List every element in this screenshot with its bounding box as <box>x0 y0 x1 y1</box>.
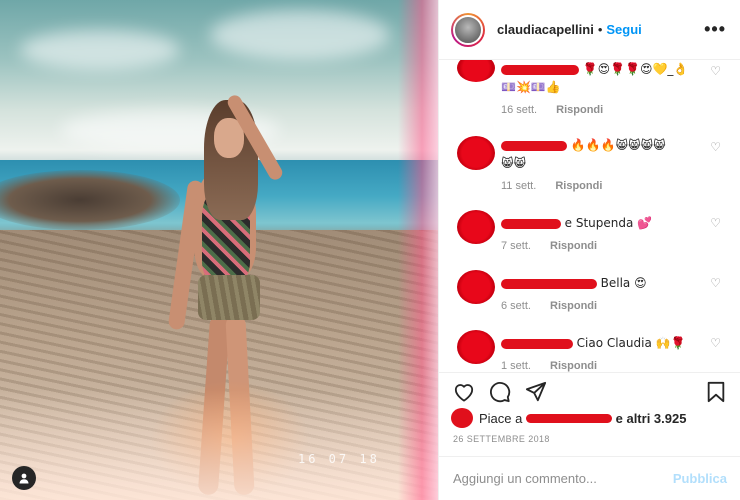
comment-like-heart-icon[interactable]: ♡ <box>710 216 721 230</box>
commenter-avatar[interactable] <box>457 136 495 170</box>
redacted-username[interactable] <box>501 140 567 151</box>
user-tag-icon[interactable] <box>12 466 36 490</box>
post-header: claudiacapellini • Segui ••• <box>439 0 740 60</box>
comment-bubble-icon[interactable] <box>487 379 513 405</box>
comment-input[interactable] <box>453 471 673 486</box>
action-bar <box>439 372 740 410</box>
comment-time[interactable]: 6 sett. <box>501 300 531 312</box>
comment-item: Ciao Claudia 🙌🌹 1 sett. Rispondi ♡ <box>449 330 740 372</box>
reply-button[interactable]: Rispondi <box>550 240 597 252</box>
comment-meta: 7 sett. Rispondi <box>501 240 705 252</box>
comment-like-heart-icon[interactable]: ♡ <box>710 140 721 154</box>
comment-time[interactable]: 11 sett. <box>501 180 536 192</box>
comment-item: e Stupenda 💕 7 sett. Rispondi ♡ <box>449 210 740 252</box>
comment-body: e Stupenda 💕 <box>564 216 653 230</box>
bookmark-icon[interactable] <box>703 379 729 405</box>
likes-count-link[interactable]: e altri 3.925 <box>616 411 687 426</box>
redacted-username[interactable] <box>501 278 597 289</box>
paper-plane-icon[interactable] <box>523 379 549 405</box>
post-date[interactable]: 26 SETTEMBRE 2018 <box>453 434 550 444</box>
publish-button[interactable]: Pubblica <box>673 471 727 486</box>
comment-body: Ciao Claudia 🙌🌹 <box>576 336 686 350</box>
light-leak <box>0 390 438 500</box>
comment-body-line2: 💷💥💷👍 <box>501 80 561 94</box>
comments-list[interactable]: 🌹😍🌹🌹😍💛_👌 💷💥💷👍 16 sett. Rispondi ♡ 🔥🔥🔥😸😸😸… <box>439 60 740 372</box>
comment-time[interactable]: 1 sett. <box>501 360 531 372</box>
add-comment-bar: Pubblica <box>439 456 740 500</box>
liker-avatar[interactable] <box>451 408 473 428</box>
more-options-icon[interactable]: ••• <box>704 19 726 40</box>
comment-item: Bella 😍 6 sett. Rispondi ♡ <box>449 270 740 312</box>
reply-button[interactable]: Rispondi <box>550 300 597 312</box>
comment-item: 🌹😍🌹🌹😍💛_👌 💷💥💷👍 16 sett. Rispondi ♡ <box>449 60 740 116</box>
shorts <box>198 275 260 320</box>
avatar[interactable] <box>451 12 485 47</box>
redacted-username[interactable] <box>501 218 561 229</box>
redacted-username[interactable] <box>501 338 573 349</box>
comment-time[interactable]: 16 sett. <box>501 104 537 116</box>
comment-body: Bella 😍 <box>600 276 647 290</box>
light-leak <box>398 0 438 500</box>
post-photo[interactable]: 16 07 18 <box>0 0 438 500</box>
reply-button[interactable]: Rispondi <box>556 104 603 116</box>
comment-body: 🌹😍🌹🌹😍💛_👌 <box>582 62 689 76</box>
comment-time[interactable]: 7 sett. <box>501 240 531 252</box>
comment-text: 🌹😍🌹🌹😍💛_👌 💷💥💷👍 <box>501 60 705 96</box>
reply-button[interactable]: Rispondi <box>555 180 602 192</box>
comment-text: e Stupenda 💕 <box>501 214 705 232</box>
comment-like-heart-icon[interactable]: ♡ <box>710 336 721 350</box>
likes-prefix: Piace a <box>479 410 523 426</box>
cloud <box>210 10 390 60</box>
redacted-liker[interactable] <box>526 413 612 423</box>
photo-date-stamp: 16 07 18 <box>298 452 380 466</box>
redacted-username[interactable] <box>501 64 579 75</box>
comment-body-line2: 😸😸 <box>501 156 527 170</box>
commenter-avatar[interactable] <box>457 60 495 82</box>
comment-text: Ciao Claudia 🙌🌹 <box>501 334 705 352</box>
comment-text: Bella 😍 <box>501 274 705 292</box>
comment-meta: 11 sett. Rispondi <box>501 180 705 192</box>
separator-dot: • <box>597 22 603 37</box>
comment-text: 🔥🔥🔥😸😸😸😸 😸😸 <box>501 136 705 172</box>
commenter-avatar[interactable] <box>457 330 495 364</box>
post-side-panel: claudiacapellini • Segui ••• 🌹😍🌹🌹😍💛_👌 💷💥… <box>438 0 740 500</box>
follow-button[interactable]: Segui <box>606 22 641 37</box>
commenter-avatar[interactable] <box>457 270 495 304</box>
comment-meta: 6 sett. Rispondi <box>501 300 705 312</box>
comment-item: 🔥🔥🔥😸😸😸😸 😸😸 11 sett. Rispondi ♡ <box>449 136 740 192</box>
comment-meta: 1 sett. Rispondi <box>501 360 705 372</box>
avatar-image <box>453 14 483 45</box>
comment-like-heart-icon[interactable]: ♡ <box>710 64 721 78</box>
comment-meta: 16 sett. Rispondi <box>501 104 705 116</box>
comment-body: 🔥🔥🔥😸😸😸😸 <box>570 138 666 152</box>
heart-icon[interactable] <box>451 379 477 405</box>
cloud <box>20 30 180 70</box>
reply-button[interactable]: Rispondi <box>550 360 597 372</box>
commenter-avatar[interactable] <box>457 210 495 244</box>
comment-like-heart-icon[interactable]: ♡ <box>710 276 721 290</box>
username-link[interactable]: claudiacapellini <box>497 22 594 37</box>
likes-summary: Piace a e altri 3.925 <box>451 408 730 428</box>
